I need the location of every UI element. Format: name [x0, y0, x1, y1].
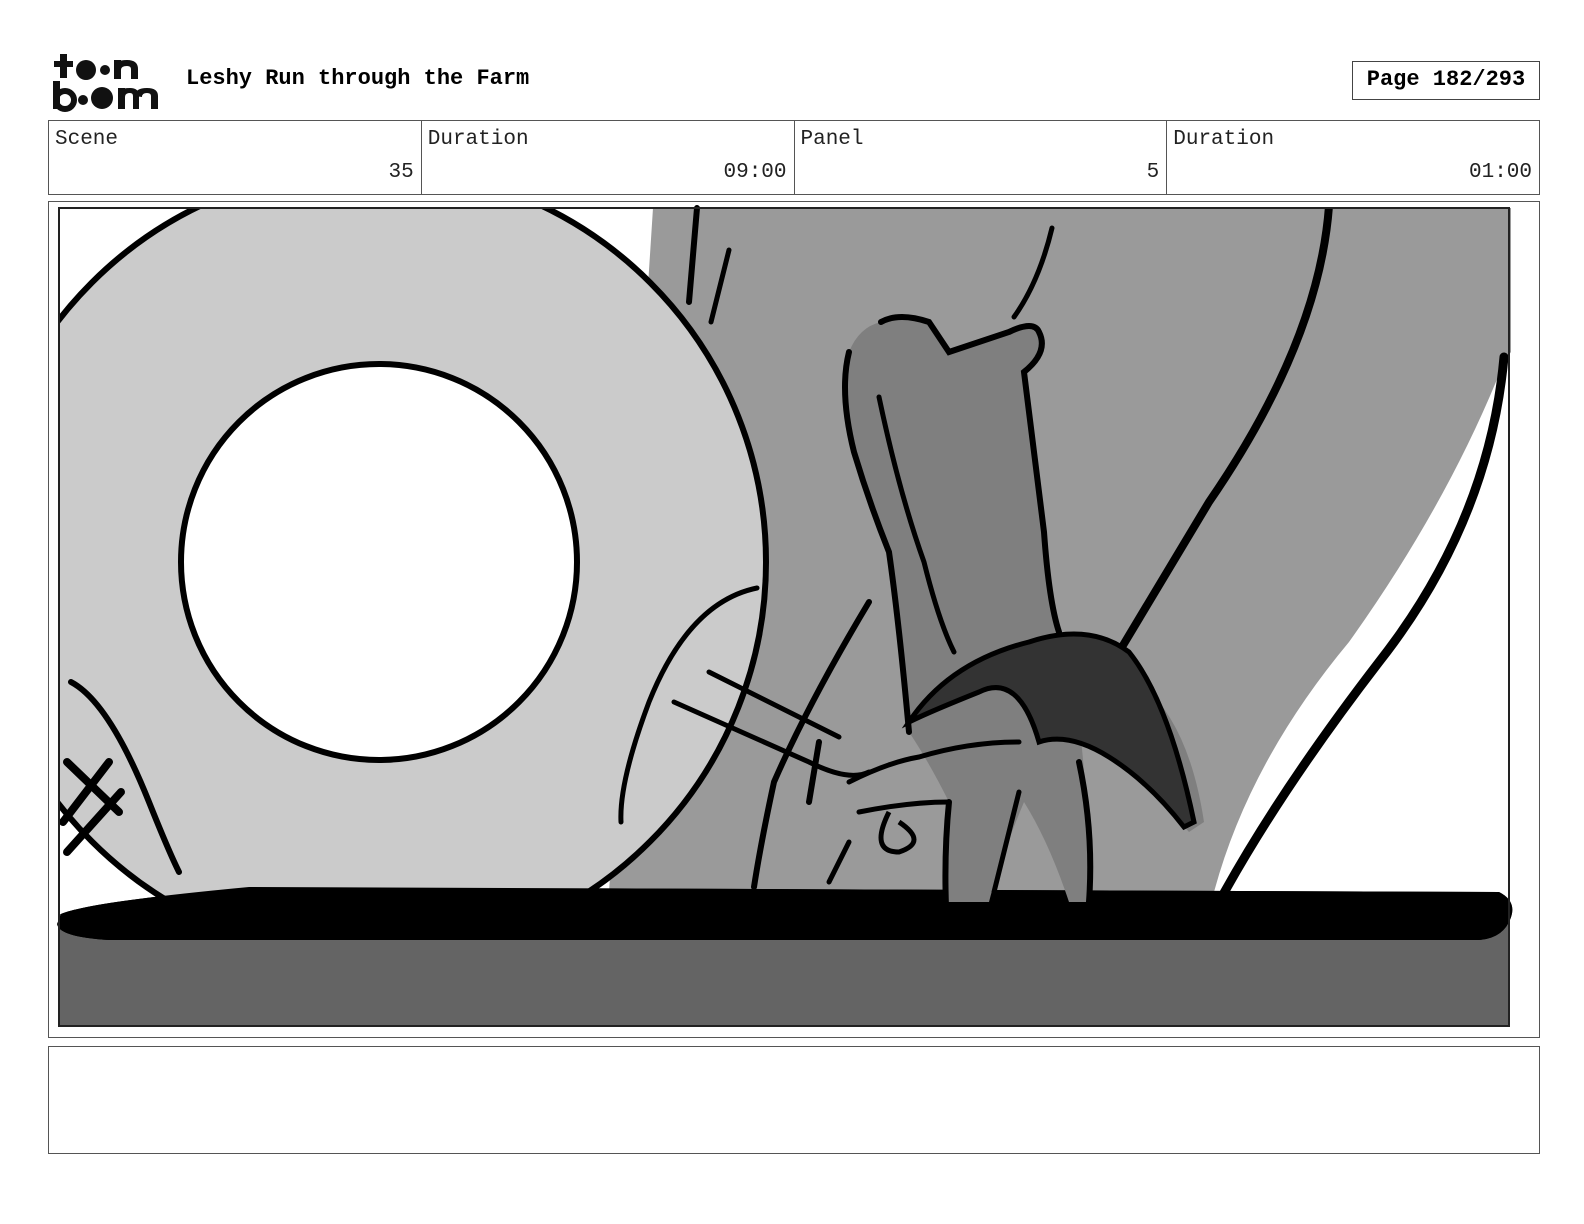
- panel-label: Panel: [800, 128, 864, 151]
- scene-info-table: Scene 35 Duration 09:00 Panel 5 Duration…: [48, 120, 1540, 195]
- panel-duration-value: 01:00: [1468, 161, 1532, 184]
- toon-boom-logo: [50, 50, 166, 112]
- coil-hole: [178, 361, 580, 763]
- panel-drawing: [49, 202, 1539, 1037]
- scene-value: 35: [388, 161, 414, 184]
- panel-value: 5: [1146, 161, 1160, 184]
- page-number: Page 182/293: [1352, 61, 1540, 100]
- scene-duration-cell: Duration 09:00: [422, 121, 795, 194]
- scene-duration-label: Duration: [427, 128, 529, 151]
- storyboard-title: Leshy Run through the Farm: [186, 66, 530, 91]
- panel-notes: [48, 1046, 1540, 1154]
- storyboard-panel: [48, 201, 1540, 1038]
- scene-label: Scene: [55, 128, 119, 151]
- scene-duration-value: 09:00: [723, 161, 787, 184]
- scene-cell: Scene 35: [49, 121, 422, 194]
- panel-cell: Panel 5: [795, 121, 1168, 194]
- panel-duration-cell: Duration 01:00: [1167, 121, 1539, 194]
- panel-duration-label: Duration: [1173, 128, 1275, 151]
